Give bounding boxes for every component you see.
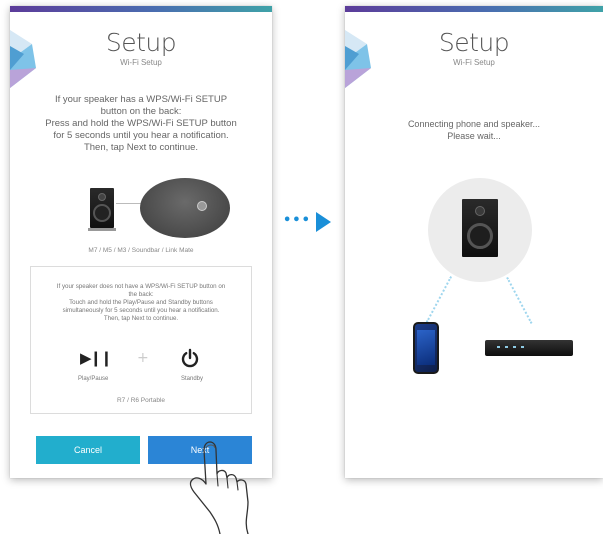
wifi-setup-screen-connecting: Setup Wi-Fi Setup Connecting phone and s…: [345, 6, 603, 478]
standby-label: Standby: [181, 376, 204, 382]
alternative-instructions: If your speaker does not have a WPS/Wi-F…: [35, 283, 247, 323]
supported-models: M7 / M5 / M3 / Soundbar / Link Mate: [88, 247, 194, 254]
play-pause-label: Play/Pause: [78, 376, 109, 382]
wps-instructions: If your speaker has a WPS/Wi-Fi SETUP bu…: [32, 94, 250, 154]
status-line: Connecting phone and speaker...: [407, 119, 541, 129]
plus-icon: +: [137, 350, 149, 366]
instruction-line: simultaneously for 5 seconds until you h…: [62, 307, 220, 314]
arrow-head: [316, 212, 331, 232]
speaker-back-closeup: [140, 178, 230, 238]
status-line: Please wait...: [447, 131, 501, 141]
alternative-instructions-box: If your speaker does not have a WPS/Wi-F…: [30, 266, 252, 414]
connection-dotted-line: [506, 277, 533, 324]
wps-button-icon: [197, 201, 207, 211]
page-title: Setup: [105, 28, 177, 57]
speaker-icon: [90, 188, 114, 228]
instruction-line: Touch and hold the Play/Pause and Standb…: [69, 299, 213, 306]
speaker-icon: [462, 199, 498, 257]
top-accent-bar: [10, 6, 272, 12]
page-title: Setup: [438, 28, 510, 57]
router-icon: [485, 340, 573, 356]
speaker-stand: [88, 228, 116, 231]
top-accent-bar: [345, 6, 603, 12]
instruction-line: If your speaker does not have a WPS/Wi-F…: [56, 283, 226, 290]
supported-models-secondary: R7 / R6 Portable: [116, 397, 166, 404]
instruction-line: Then, tap Next to continue.: [103, 315, 179, 322]
instruction-line: the back:: [128, 291, 154, 298]
cancel-button[interactable]: Cancel: [36, 436, 140, 464]
smartphone-icon: [413, 322, 439, 374]
instruction-line: Then, tap Next to continue.: [83, 142, 199, 153]
connecting-status: Connecting phone and speaker... Please w…: [345, 118, 603, 142]
power-icon: [181, 348, 199, 368]
hand-tap-icon: [189, 441, 249, 534]
instruction-line: button on the back:: [100, 106, 182, 117]
instruction-line: If your speaker has a WPS/Wi-Fi SETUP: [54, 94, 228, 105]
arrow-right-icon: •••: [283, 213, 311, 228]
wifi-setup-screen-step1: Setup Wi-Fi Setup If your speaker has a …: [10, 6, 272, 478]
instruction-line: for 5 seconds until you hear a notificat…: [53, 130, 229, 141]
instruction-line: Press and hold the WPS/Wi-Fi SETUP butto…: [45, 118, 237, 129]
play-pause-icon: ▶❙❙: [80, 349, 113, 367]
page-subtitle: Wi-Fi Setup: [120, 58, 162, 67]
page-subtitle: Wi-Fi Setup: [453, 58, 495, 67]
connection-dotted-line: [425, 276, 452, 323]
